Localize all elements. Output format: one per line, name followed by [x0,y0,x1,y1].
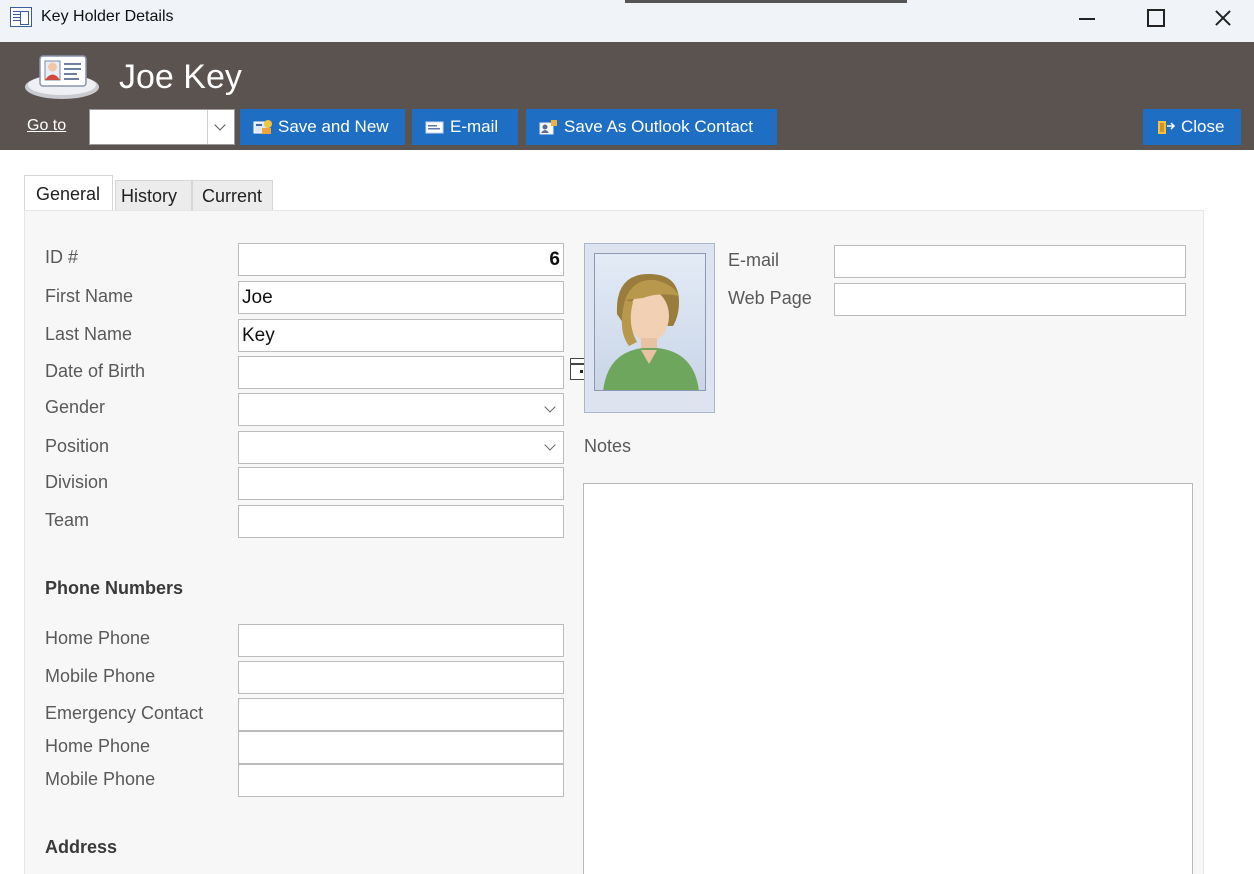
save-new-icon [253,120,272,134]
date-of-birth-label: Date of Birth [45,361,146,381]
gender-label: Gender [45,397,106,417]
mobile-phone-label: Mobile Phone [45,666,156,686]
chevron-down-icon[interactable] [539,432,563,463]
division-label: Division [45,472,109,492]
emergency-home-phone-field[interactable] [238,731,564,764]
emergency-contact-field[interactable] [238,698,564,731]
phone-numbers-heading: Phone Numbers [45,578,184,598]
close-window-icon[interactable] [1202,4,1242,32]
position-combobox[interactable] [238,431,564,464]
record-title: Joe Key [119,58,242,96]
photo-frame [594,253,706,391]
key-holder-details-window: Key Holder Details Joe Key Go to Save an… [0,0,1254,874]
email-label: E-mail [450,117,499,136]
save-and-new-label: Save and New [278,117,389,136]
save-as-outlook-contact-label: Save As Outlook Contact [564,117,753,136]
form-icon [10,7,32,27]
email-icon [425,121,444,134]
goto-combobox[interactable] [89,109,235,145]
last-name-label: Last Name [45,324,133,344]
save-and-new-button[interactable]: Save and New [240,109,405,145]
address-heading: Address [45,837,118,857]
date-of-birth-field[interactable] [238,356,564,389]
web-page-label: Web Page [728,288,812,308]
last-name-field[interactable]: Key [238,319,564,352]
emergency-mobile-phone-label: Mobile Phone [45,769,156,789]
minimize-icon[interactable] [1066,4,1106,32]
emergency-mobile-phone-field[interactable] [238,764,564,797]
chevron-down-icon[interactable] [539,394,563,425]
close-label: Close [1181,117,1225,136]
window-title: Key Holder Details [41,8,174,25]
emergency-contact-label: Emergency Contact [45,703,204,723]
id-label: ID # [45,247,79,267]
contact-photo[interactable] [584,243,715,413]
division-field[interactable] [238,467,564,500]
person-avatar-icon [603,274,699,390]
save-as-outlook-contact-button[interactable]: Save As Outlook Contact [526,109,777,145]
mobile-phone-field[interactable] [238,661,564,694]
email-label: E-mail [728,250,780,270]
notes-field[interactable] [583,483,1193,874]
position-label: Position [45,436,110,456]
emergency-home-phone-label: Home Phone [45,736,151,756]
tab-general[interactable]: General [24,175,113,212]
team-label: Team [45,510,90,530]
notes-label: Notes [584,436,632,456]
first-name-label: First Name [45,286,134,306]
home-phone-field[interactable] [238,624,564,657]
title-bar: Key Holder Details [0,0,1254,42]
web-page-field[interactable] [834,283,1186,316]
form-header: Joe Key Go to Save and New E-mail Save A… [0,42,1254,150]
close-button[interactable]: Close [1143,109,1241,145]
outlook-contact-icon [539,120,557,135]
floating-toolbar-edge [625,0,907,3]
team-field[interactable] [238,505,564,538]
email-field[interactable] [834,245,1186,278]
tab-history[interactable]: History [115,180,192,211]
gender-combobox[interactable] [238,393,564,426]
first-name-field[interactable]: Joe [238,281,564,314]
email-button[interactable]: E-mail [412,109,518,145]
chevron-down-icon[interactable] [207,110,234,144]
exit-door-icon [1158,121,1176,134]
tab-current[interactable]: Current [192,180,273,211]
home-phone-label: Home Phone [45,628,151,648]
contact-card-icon [25,55,99,99]
goto-label: Go to [27,117,67,134]
id-field[interactable]: 6 [238,243,564,276]
maximize-icon[interactable] [1134,4,1174,32]
